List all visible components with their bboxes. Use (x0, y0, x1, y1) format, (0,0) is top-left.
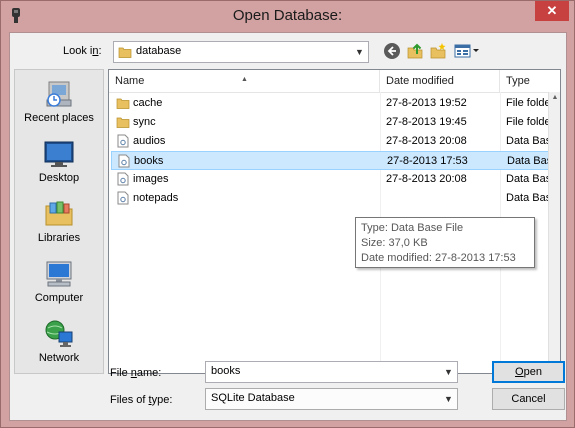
file-name: audios (133, 135, 166, 147)
open-database-dialog: Open Database: ✕ Look in: database ▼ Rec… (0, 0, 575, 428)
place-recent-places[interactable]: Recent places (15, 78, 103, 124)
view-menu-button[interactable] (453, 42, 481, 62)
place-label: Desktop (38, 172, 80, 184)
vertical-scrollbar[interactable]: ▲ ▼ (548, 92, 560, 373)
place-network[interactable]: Network (15, 318, 103, 364)
look-in-combo[interactable]: database ▼ (113, 41, 369, 63)
place-label: Libraries (37, 232, 81, 244)
column-header-date[interactable]: Date modified (380, 70, 500, 92)
places-bar: Recent places Desktop Libraries Computer… (14, 69, 104, 374)
place-label: Network (38, 352, 80, 364)
recent-places-icon (46, 81, 72, 107)
folder-icon (116, 98, 130, 109)
file-date: 27-8-2013 20:08 (386, 173, 467, 185)
database-file-icon (117, 134, 129, 148)
place-label: Computer (34, 292, 84, 304)
sort-ascending-icon: ▲ (241, 76, 248, 83)
dialog-body: Look in: database ▼ Recent places Deskto… (9, 32, 567, 421)
place-libraries[interactable]: Libraries (15, 198, 103, 244)
file-name: cache (133, 97, 163, 109)
back-icon (384, 43, 400, 59)
chevron-down-icon[interactable]: ▼ (351, 42, 368, 62)
file-type-label: Files of type: (110, 394, 173, 406)
up-folder-button[interactable] (406, 42, 426, 62)
file-date: 27-8-2013 19:45 (386, 116, 467, 128)
new-folder-button[interactable] (429, 42, 449, 62)
file-date: 27-8-2013 20:08 (386, 135, 467, 147)
database-file-icon (117, 191, 129, 205)
file-row-audios[interactable]: audios 27-8-2013 20:08 Data Base (111, 132, 560, 151)
database-file-icon (118, 154, 130, 168)
file-name-label: File name: (110, 367, 162, 379)
file-type-value: SQLite Database (211, 392, 295, 404)
file-row-cache[interactable]: cache 27-8-2013 19:52 File folder (111, 94, 560, 113)
up-folder-icon (407, 43, 423, 59)
open-button[interactable]: Open (492, 361, 565, 383)
file-row-images[interactable]: images 27-8-2013 20:08 Data Base (111, 170, 560, 189)
database-file-icon (117, 172, 129, 186)
window-title: Open Database: (232, 7, 343, 24)
chevron-down-icon[interactable]: ▼ (440, 389, 457, 409)
tooltip-size: Size: 37,0 KB (361, 237, 428, 249)
computer-icon (46, 261, 72, 287)
file-date: 27-8-2013 19:52 (386, 97, 467, 109)
file-row-books[interactable]: books 27-8-2013 17:53 Data Base (111, 151, 560, 170)
column-header-type[interactable]: Type (500, 70, 560, 92)
libraries-icon (45, 201, 73, 226)
file-row-notepads[interactable]: notepads Data Base (111, 189, 560, 208)
folder-icon (118, 47, 132, 58)
file-row-sync[interactable]: sync 27-8-2013 19:45 File folder (111, 113, 560, 132)
column-header-name[interactable]: ▲ Name (109, 70, 380, 92)
file-name: images (133, 173, 169, 185)
file-type-select[interactable]: SQLite Database ▼ (205, 388, 458, 410)
header-divider (109, 92, 549, 93)
close-button[interactable]: ✕ (535, 1, 569, 21)
file-name: sync (133, 116, 156, 128)
new-folder-icon (430, 43, 446, 59)
desktop-icon (44, 141, 74, 167)
place-computer[interactable]: Computer (15, 258, 103, 304)
place-desktop[interactable]: Desktop (15, 138, 103, 184)
file-date: 27-8-2013 17:53 (387, 155, 468, 167)
tooltip-type: Type: Data Base File (361, 222, 464, 234)
place-label: Recent places (24, 112, 94, 124)
file-info-tooltip: Type: Data Base File Size: 37,0 KB Date … (355, 217, 535, 268)
scroll-up-icon[interactable]: ▲ (549, 92, 560, 104)
file-name: books (134, 155, 164, 167)
tooltip-date: Date modified: 27-8-2013 17:53 (361, 252, 516, 264)
cancel-button[interactable]: Cancel (492, 388, 565, 410)
file-name: notepads (133, 192, 179, 204)
file-name-input[interactable]: books ▼ (205, 361, 458, 383)
chevron-down-icon[interactable]: ▼ (440, 362, 457, 382)
look-in-value: database (136, 45, 182, 57)
file-name-value: books (211, 365, 241, 377)
network-icon (45, 320, 73, 347)
title-bar[interactable]: Open Database: ✕ (1, 1, 574, 31)
folder-icon (116, 117, 130, 128)
back-button[interactable] (383, 42, 403, 62)
view-menu-icon (454, 44, 479, 58)
look-in-label: Look in: (63, 45, 102, 57)
